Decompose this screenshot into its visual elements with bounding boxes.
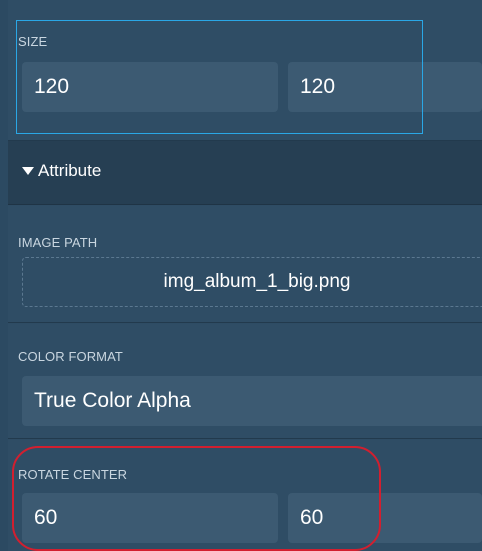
size-height-input[interactable]: 120: [288, 62, 482, 112]
rotate-center-x-input[interactable]: 60: [22, 493, 278, 543]
color-format-section: COLOR FORMAT True Color Alpha: [8, 324, 482, 439]
size-width-input[interactable]: 120: [22, 62, 278, 112]
rotate-center-label: ROTATE CENTER: [18, 467, 128, 482]
attribute-header-label: Attribute: [38, 161, 102, 180]
color-format-select[interactable]: True Color Alpha: [22, 376, 482, 426]
image-path-label: IMAGE PATH: [18, 235, 98, 250]
rotate-center-y-input[interactable]: 60: [288, 493, 482, 543]
attribute-section-header[interactable]: Attribute: [8, 141, 482, 205]
rotate-center-section: ROTATE CENTER 60 60: [8, 440, 482, 551]
size-label: SIZE: [18, 34, 48, 49]
image-path-field[interactable]: img_album_1_big.png: [22, 257, 482, 307]
size-section: SIZE 120 120: [8, 0, 482, 141]
color-format-label: COLOR FORMAT: [18, 349, 123, 364]
caret-down-icon: [22, 167, 34, 175]
properties-panel: SIZE 120 120 Attribute IMAGE PATH img_al…: [8, 0, 482, 551]
image-path-section: IMAGE PATH img_album_1_big.png: [8, 206, 482, 323]
